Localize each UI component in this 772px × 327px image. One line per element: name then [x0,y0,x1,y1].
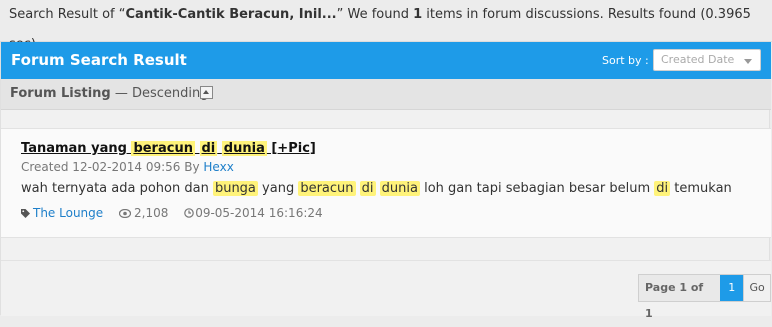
snippet-text: loh gan tapi sebagian besar belum [419,181,655,196]
title-part: [+Pic] [266,141,316,156]
title-highlight: dunia [221,141,267,156]
sort-label: Sort by : [602,54,649,67]
search-summary: Search Result of “Cantik-Cantik Beracun,… [0,0,772,52]
summary-middle: ” We found [336,7,414,22]
summary-count: 1 [413,7,423,22]
clock-icon [184,208,194,218]
search-result-panel: Forum Search Result Sort by : Created Da… [0,42,771,320]
page-info: Page 1 of 1 [645,281,704,320]
result-title-link[interactable]: Tanaman yang beracun di dunia [+Pic] [21,141,316,156]
snippet-highlight: di [359,181,376,196]
title-part [195,141,200,156]
summary-query: Cantik-Cantik Beracun, Inil... [125,7,337,22]
result-item: Tanaman yang beracun di dunia [+Pic] Cre… [1,128,771,238]
snippet-highlight: dunia [379,181,420,196]
created-label: Created 12-02-2014 09:56 By [21,160,204,174]
listing-bar: Forum Listing — Descending [1,79,771,110]
pagination: Page 1 of 1 1 Go [638,274,771,320]
snippet-highlight: di [654,181,671,196]
listing-label: Forum Listing [10,86,111,101]
eye-icon [119,209,131,218]
go-button[interactable]: Go [743,275,771,301]
panel-title: Forum Search Result [11,51,187,69]
snippet-text: yang [257,181,299,196]
snippet-highlight: beracun [298,181,356,196]
result-meta: Created 12-02-2014 09:56 By Hexx [21,160,234,174]
sort-select-value: Created Date [661,53,735,66]
snippet-text: temukan [670,181,732,196]
title-part: Tanaman yang [21,141,132,156]
caret-down-icon [744,59,752,64]
result-snippet: wah ternyata ada pohon dan bunga yang be… [21,181,732,196]
listing-order: — Descending [114,86,209,101]
last-update: 09-05-2014 16:16:24 [195,206,323,220]
chevron-up-icon[interactable] [200,86,213,99]
view-count: 2,108 [134,206,169,220]
result-footer: The Lounge 2,108 09-05-2014 16:16:24 [21,206,323,220]
summary-prefix: Search Result of “ [9,7,126,22]
snippet-highlight: bunga [212,181,258,196]
sort-select[interactable]: Created Date [653,49,761,71]
tag-icon [21,209,30,218]
title-highlight: beracun [131,141,195,156]
page-button-current[interactable]: 1 [720,275,744,301]
panel-header: Forum Search Result Sort by : Created Da… [1,42,771,79]
author-link[interactable]: Hexx [203,160,233,174]
pager-area: Page 1 of 1 1 Go [1,260,771,320]
title-highlight: di [199,141,218,156]
forum-link[interactable]: The Lounge [33,206,103,220]
snippet-text: wah ternyata ada pohon dan [21,181,213,196]
